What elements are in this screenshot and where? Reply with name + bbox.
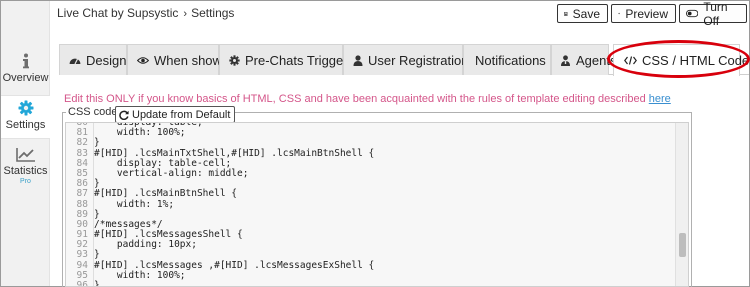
tab-design-label: Design [86, 52, 127, 68]
rail-label-settings: Settings [5, 119, 46, 131]
code-text: vertical-align: middle; [94, 167, 249, 179]
editor-scrollbar[interactable] [675, 123, 688, 286]
tab-notifications[interactable]: Notifications [463, 44, 551, 75]
tab-agents[interactable]: Agents [551, 44, 616, 75]
left-rail: Overview Settings Statistics Pro [1, 1, 50, 286]
save-button[interactable]: Save [557, 4, 608, 23]
code-text: padding: 10px; [94, 239, 197, 251]
tab-notifications-label: Notifications [475, 52, 546, 68]
breadcrumb-separator: › [183, 8, 188, 20]
preview-button-label: Preview [625, 6, 668, 21]
tab-css-html-code[interactable]: CSS / HTML Code [613, 44, 749, 76]
rail-item-settings[interactable]: Settings [1, 95, 50, 139]
code-line: 92 padding: 10px; [66, 240, 688, 250]
line-number: 87 [76, 188, 88, 200]
tab-pre-chats-triggers[interactable]: Pre-Chats Triggers [219, 44, 354, 75]
rail-item-overview[interactable]: Overview [1, 53, 50, 91]
update-from-default-button[interactable]: Update from Default [115, 106, 236, 123]
editor-scrollbar-thumb[interactable] [679, 233, 686, 257]
info-icon [22, 53, 29, 69]
code-icon [624, 56, 637, 65]
code-text: width: 100%; [94, 269, 186, 281]
code-text: width: 1%; [94, 198, 175, 210]
code-text: width: 100%; [94, 127, 186, 139]
tab-css-html-code-label: CSS / HTML Code [642, 53, 750, 68]
tab-when-show[interactable]: When show [127, 44, 222, 75]
code-lines: 80 display: table; 81 width: 100%; 82} 83 #[… [66, 123, 688, 287]
toggle-off-icon [686, 9, 699, 18]
chart-icon [15, 148, 35, 162]
code-text: } [94, 280, 100, 287]
pro-badge: Pro [20, 178, 31, 185]
tab-when-show-label: When show [154, 52, 222, 68]
code-line: 96} [66, 280, 688, 287]
tab-user-registration-label: User Registration [368, 52, 469, 68]
tab-user-registration[interactable]: User Registration [343, 44, 468, 75]
users-icon [561, 54, 570, 66]
eye-icon [137, 56, 149, 64]
css-code-editor[interactable]: 80 display: table; 81 width: 100%; 82} 83 #[… [65, 122, 689, 287]
preview-button[interactable]: Preview [611, 4, 676, 23]
css-code-legend: CSS code [66, 106, 120, 118]
gear-icon [18, 100, 33, 116]
refresh-icon [119, 110, 129, 120]
edit-warning-notice: Edit this ONLY if you know basics of HTM… [64, 93, 671, 105]
eye-icon [618, 12, 621, 15]
turn-off-button-label: Turn Off [703, 0, 728, 28]
save-button-label: Save [572, 6, 600, 21]
tab-agents-label: Agents [576, 52, 617, 68]
code-line: 85 vertical-align: middle; [66, 167, 688, 179]
tachometer-icon [69, 58, 81, 65]
notice-here-link[interactable]: here [649, 93, 671, 105]
code-line: 95 width: 100%; [66, 269, 688, 281]
breadcrumb: Live Chat by Supsystic › Settings [57, 6, 234, 20]
line-number: 96 [76, 280, 88, 287]
tab-design[interactable]: Design [59, 44, 127, 75]
code-line: 88 width: 1%; [66, 198, 688, 210]
gear-icon [229, 54, 240, 66]
breadcrumb-parent[interactable]: Live Chat by Supsystic [57, 6, 178, 20]
breadcrumb-current: Settings [191, 6, 235, 20]
notice-text: Edit this ONLY if you know basics of HTM… [64, 93, 649, 105]
rail-label-statistics: Statistics [3, 165, 48, 177]
rail-label-overview: Overview [2, 72, 49, 84]
update-from-default-label: Update from Default [132, 108, 231, 121]
code-line: 81 width: 100%; [66, 127, 688, 139]
user-icon [353, 54, 363, 66]
turn-off-button[interactable]: Turn Off [679, 0, 747, 28]
rail-item-statistics[interactable]: Statistics Pro [1, 147, 50, 191]
save-icon [564, 11, 568, 16]
tab-pre-chats-triggers-label: Pre-Chats Triggers [245, 52, 355, 68]
